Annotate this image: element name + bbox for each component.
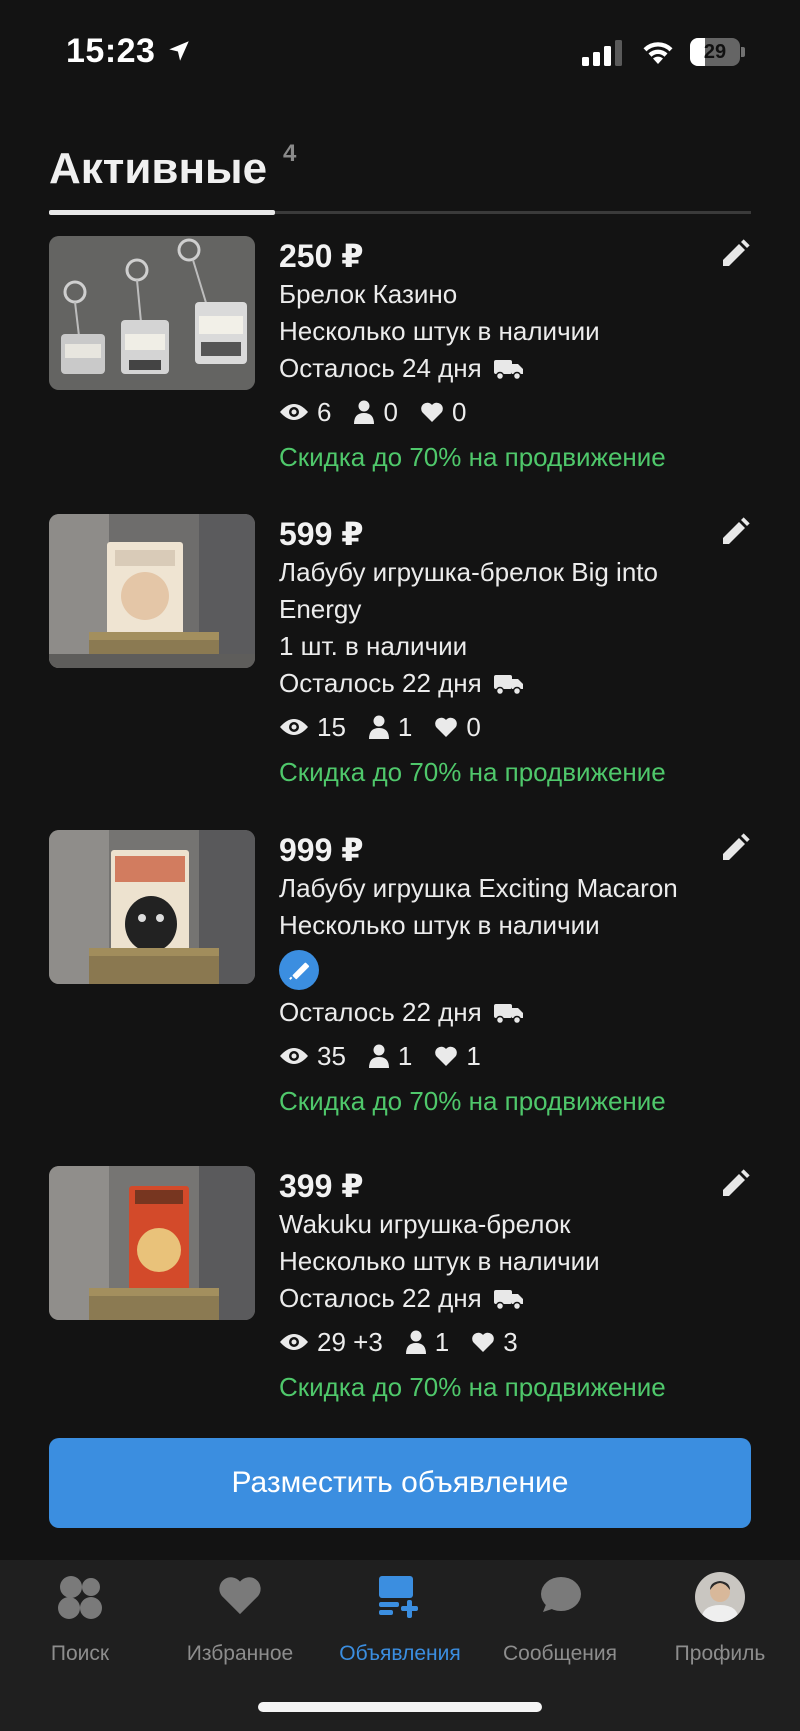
contacts-count: 1 <box>397 712 413 742</box>
heart-icon <box>421 402 443 422</box>
listing-thumbnail[interactable] <box>49 830 255 984</box>
listing-card[interactable]: 999 ₽ Лабубу игрушка Exciting Macaron Не… <box>49 830 751 1130</box>
edit-pencil-icon[interactable] <box>719 832 751 864</box>
listing-stats: 15 1 0 <box>279 704 719 750</box>
listing-price: 599 ₽ <box>279 516 364 552</box>
remaining-text: Осталось 24 дня <box>279 353 482 383</box>
views-count: 29 +3 <box>317 1327 383 1357</box>
promotion-tag-icon <box>289 962 310 980</box>
promo-link[interactable]: Скидка до 70% на продвижение <box>279 1365 719 1409</box>
heart-icon <box>435 1046 458 1066</box>
nav-listings-label: Объявления <box>339 1642 461 1665</box>
promo-link[interactable]: Скидка до 70% на продвижение <box>279 435 719 479</box>
listing-title[interactable]: Лабубу игрушка-брелок Big into Energy <box>279 554 719 628</box>
views-count: 6 <box>317 397 332 427</box>
listing-stock: Несколько штук в наличии <box>279 1246 600 1276</box>
listing-title[interactable]: Лабубу игрушка Exciting Macaron <box>279 870 719 907</box>
nav-listings[interactable]: Объявления <box>320 1560 480 1680</box>
eye-icon <box>280 719 308 735</box>
profile-avatar <box>695 1572 745 1622</box>
bottom-navigation: Поиск Избранное Объявления Сообщения Про… <box>0 1560 800 1731</box>
likes-count: 3 <box>503 1327 518 1357</box>
contacts-count: 1 <box>397 1041 413 1071</box>
listing-price: 250 ₽ <box>279 238 364 274</box>
listing-stock: Несколько штук в наличии <box>279 316 600 346</box>
heart-icon <box>472 1332 495 1352</box>
tab-active-count: 4 <box>283 140 297 167</box>
likes-count: 0 <box>466 712 481 742</box>
listing-title[interactable]: Брелок Казино <box>279 276 719 313</box>
post-listing-button[interactable]: Разместить объявление <box>49 1438 751 1528</box>
heart-icon <box>435 717 458 737</box>
nav-messages[interactable]: Сообщения <box>480 1560 640 1680</box>
eye-icon <box>280 404 308 420</box>
delivery-truck-icon <box>493 1289 523 1310</box>
listing-price: 999 ₽ <box>279 832 364 868</box>
nav-profile-label: Профиль <box>674 1642 766 1665</box>
person-icon <box>368 715 389 739</box>
listing-thumbnail[interactable] <box>49 1166 255 1320</box>
listing-stock: 1 шт. в наличии <box>279 631 468 661</box>
remaining-text: Осталось 22 дня <box>279 997 482 1027</box>
listing-stock: Несколько штук в наличии <box>279 910 600 940</box>
promo-link[interactable]: Скидка до 70% на продвижение <box>279 750 719 794</box>
listing-price: 399 ₽ <box>279 1168 364 1204</box>
listing-thumbnail[interactable] <box>49 236 255 390</box>
nav-favorites-label: Избранное <box>186 1642 294 1665</box>
nav-messages-label: Сообщения <box>503 1642 617 1665</box>
listing-stats: 29 +3 1 3 <box>279 1319 719 1365</box>
delivery-truck-icon <box>493 1003 523 1024</box>
listing-thumbnail[interactable] <box>49 514 255 668</box>
battery-percentage: 29 <box>703 41 727 63</box>
person-icon <box>354 400 375 424</box>
listing-tabs: Активные 4 <box>49 132 751 216</box>
remaining-text: Осталось 22 дня <box>279 668 482 698</box>
listing-stats: 35 1 1 <box>279 1033 719 1079</box>
listing-card[interactable]: 250 ₽ Брелок Казино Несколько штук в нал… <box>49 236 751 476</box>
nav-search[interactable]: Поиск <box>0 1560 160 1680</box>
edit-pencil-icon[interactable] <box>719 1168 751 1200</box>
promotion-badge[interactable] <box>279 950 319 990</box>
status-bar: 15:23 29 <box>0 0 800 100</box>
cellular-signal-icon <box>582 40 622 66</box>
person-icon <box>405 1330 426 1354</box>
status-time: 15:23 <box>66 32 156 70</box>
listing-remaining: Осталось 22 дня <box>279 665 719 702</box>
home-indicator <box>258 1702 542 1712</box>
views-count: 35 <box>317 1041 346 1071</box>
person-icon <box>368 1044 389 1068</box>
eye-icon <box>280 1048 308 1064</box>
eye-icon <box>280 1334 308 1350</box>
views-count: 15 <box>317 712 346 742</box>
heart-icon <box>219 1577 261 1615</box>
listing-stats: 6 0 0 <box>279 389 719 435</box>
tab-active-indicator <box>49 210 275 215</box>
likes-count: 1 <box>466 1041 481 1071</box>
location-arrow-icon <box>169 41 189 61</box>
listing-remaining: Осталось 24 дня <box>279 350 719 387</box>
listing-title[interactable]: Wakuku игрушка-брелок <box>279 1206 719 1243</box>
promo-link[interactable]: Скидка до 70% на продвижение <box>279 1079 719 1123</box>
listing-remaining: Осталось 22 дня <box>279 994 719 1031</box>
nav-favorites[interactable]: Избранное <box>160 1560 320 1680</box>
wifi-icon <box>643 42 673 64</box>
listings-add-icon <box>379 1576 418 1618</box>
battery-indicator: 29 <box>690 38 745 66</box>
tab-active[interactable]: Активные <box>49 144 267 194</box>
listing-card[interactable]: 599 ₽ Лабубу игрушка-брелок Big into Ene… <box>49 514 751 804</box>
edit-pencil-icon[interactable] <box>719 238 751 270</box>
listing-card[interactable]: 399 ₽ Wakuku игрушка-брелок Несколько шт… <box>49 1166 751 1416</box>
nav-search-label: Поиск <box>50 1642 110 1665</box>
listing-remaining: Осталось 22 дня <box>279 1280 719 1317</box>
delivery-truck-icon <box>493 674 523 695</box>
remaining-text: Осталось 22 дня <box>279 1283 482 1313</box>
edit-pencil-icon[interactable] <box>719 516 751 548</box>
likes-count: 0 <box>451 397 467 427</box>
delivery-truck-icon <box>493 359 523 380</box>
nav-profile[interactable]: Профиль <box>640 1560 800 1680</box>
contacts-count: 0 <box>383 397 398 427</box>
chat-bubble-icon <box>541 1577 581 1612</box>
contacts-count: 1 <box>434 1327 450 1357</box>
search-bubbles-icon <box>58 1576 102 1619</box>
